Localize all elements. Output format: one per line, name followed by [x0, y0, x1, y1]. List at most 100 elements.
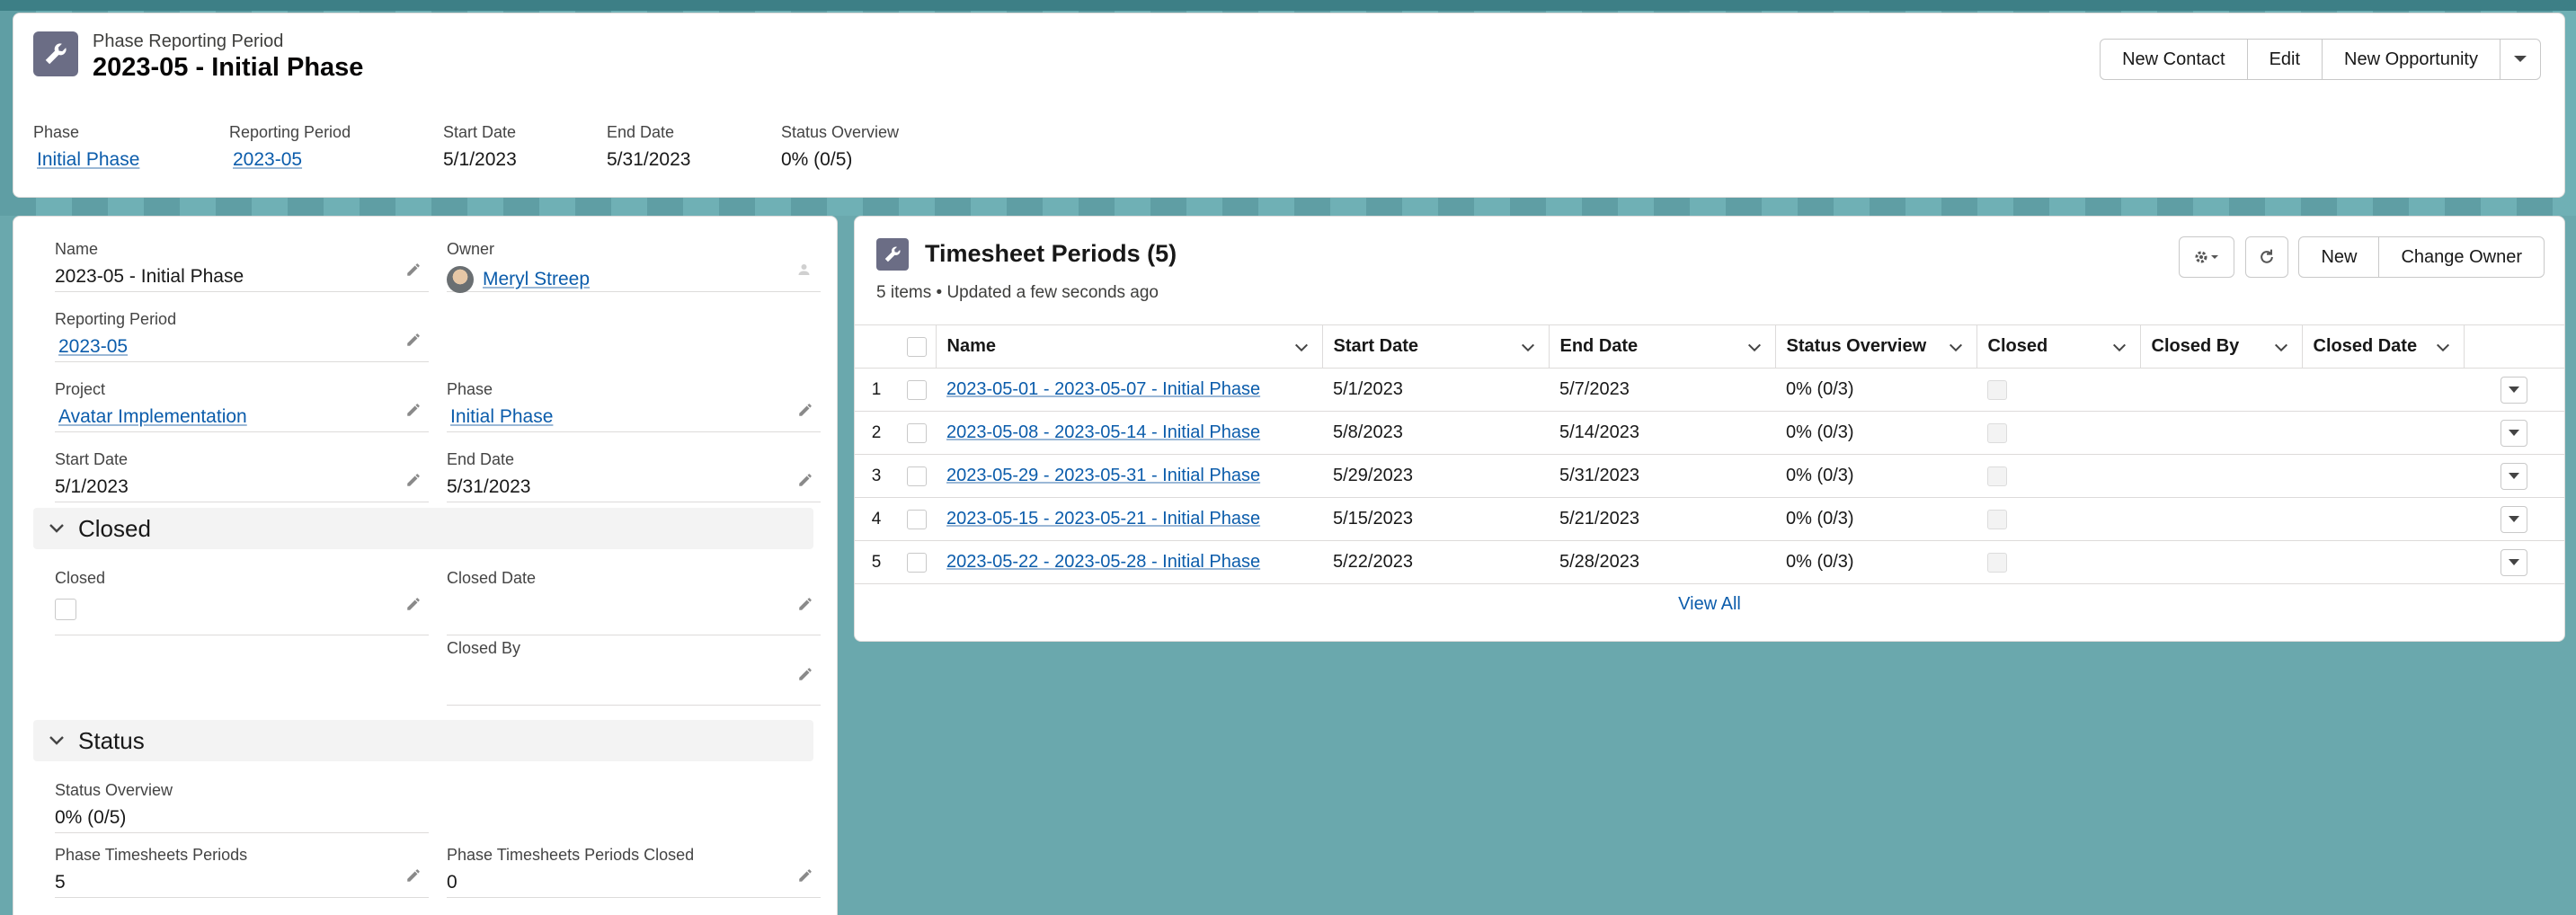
pencil-icon[interactable] — [405, 402, 422, 418]
phase-link[interactable]: Initial Phase — [33, 149, 139, 170]
chevron-down-icon[interactable] — [1293, 340, 1310, 356]
column-header-end-date[interactable]: End Date — [1549, 324, 1776, 369]
pencil-icon[interactable] — [797, 867, 813, 884]
row-actions-header — [2464, 324, 2564, 369]
highlight-status-overview: Status Overview 0% (0/5) — [781, 123, 961, 171]
row-closed-date — [2302, 368, 2464, 412]
row-actions-button[interactable] — [2500, 505, 2527, 533]
row-actions-button[interactable] — [2500, 462, 2527, 490]
header-actions: New Contact Edit New Opportunity — [2100, 39, 2541, 80]
column-label: Closed By — [2151, 336, 2240, 356]
field-label: Project — [55, 380, 106, 398]
pencil-icon[interactable] — [405, 332, 422, 348]
change-owner-button[interactable]: Change Owner — [2378, 236, 2545, 278]
row-select-cell — [898, 454, 936, 498]
row-checkbox[interactable] — [907, 379, 927, 400]
avatar — [447, 266, 474, 293]
column-header-closed[interactable]: Closed — [1976, 324, 2141, 369]
field-name: Name 2023-05 - Initial Phase — [55, 240, 429, 292]
pencil-icon[interactable] — [797, 472, 813, 488]
field-closed: Closed — [55, 569, 429, 635]
row-checkbox[interactable] — [907, 422, 927, 443]
row-name-link[interactable]: 2023-05-22 - 2023-05-28 - Initial Phase — [946, 552, 1260, 572]
row-closed-checkbox — [1987, 379, 2007, 400]
row-end-date: 5/21/2023 — [1549, 497, 1775, 541]
chevron-down-icon — [2509, 558, 2519, 565]
view-all-link[interactable]: View All — [855, 594, 2564, 615]
row-closed-checkbox — [1987, 466, 2007, 486]
row-status-overview: 0% (0/3) — [1775, 497, 1976, 541]
new-button[interactable]: New — [2298, 236, 2380, 278]
owner-link[interactable]: Meryl Streep — [483, 269, 590, 290]
section-status-header[interactable]: Status — [33, 720, 813, 761]
table-header-row: Name Start Date End Date Status Overview… — [855, 324, 2564, 369]
column-header-status-overview[interactable]: Status Overview — [1775, 324, 1977, 369]
column-header-name[interactable]: Name — [936, 324, 1323, 369]
row-status-overview: 0% (0/3) — [1775, 411, 1976, 455]
field-value: 2023-05 - Initial Phase — [55, 266, 244, 287]
row-name-link[interactable]: 2023-05-15 - 2023-05-21 - Initial Phase — [946, 509, 1260, 529]
row-checkbox[interactable] — [907, 552, 927, 573]
section-title: Closed — [78, 514, 151, 542]
table-row: 5 2023-05-22 - 2023-05-28 - Initial Phas… — [855, 540, 2564, 584]
row-closed-by — [2140, 368, 2302, 412]
project-link[interactable]: Avatar Implementation — [55, 406, 247, 428]
row-actions-button[interactable] — [2500, 419, 2527, 447]
refresh-button[interactable] — [2245, 236, 2289, 278]
row-closed-cell — [1976, 540, 2140, 584]
select-all-checkbox[interactable] — [906, 336, 927, 357]
pencil-icon[interactable] — [405, 867, 422, 884]
row-closed-by — [2140, 454, 2302, 498]
highlight-label: Start Date — [443, 123, 517, 141]
row-name-link[interactable]: 2023-05-29 - 2023-05-31 - Initial Phase — [946, 466, 1260, 485]
new-contact-button[interactable]: New Contact — [2100, 39, 2248, 80]
row-actions-button[interactable] — [2500, 548, 2527, 576]
chevron-down-icon[interactable] — [2435, 340, 2451, 356]
row-number: 4 — [855, 497, 898, 541]
chevron-down-icon[interactable] — [2273, 340, 2289, 356]
list-settings-button[interactable] — [2179, 236, 2235, 278]
row-checkbox[interactable] — [907, 466, 927, 486]
field-end-date: End Date 5/31/2023 — [447, 450, 821, 502]
row-status-overview: 0% (0/3) — [1775, 368, 1976, 412]
pencil-icon[interactable] — [797, 666, 813, 682]
pencil-icon[interactable] — [797, 402, 813, 418]
chevron-down-icon[interactable] — [2111, 340, 2127, 356]
phase-link[interactable]: Initial Phase — [447, 406, 553, 428]
related-list-timesheet-periods: Timesheet Periods (5) 5 items • Updated … — [854, 216, 2565, 642]
reporting-period-link[interactable]: 2023-05 — [55, 336, 128, 358]
field-phase: Phase Initial Phase — [447, 380, 821, 432]
edit-button[interactable]: Edit — [2246, 39, 2323, 80]
chevron-down-icon[interactable] — [1520, 340, 1536, 356]
row-select-cell — [898, 540, 936, 584]
row-name-link[interactable]: 2023-05-01 - 2023-05-07 - Initial Phase — [946, 379, 1260, 399]
chevron-down-icon — [2509, 429, 2519, 436]
row-name-link[interactable]: 2023-05-08 - 2023-05-14 - Initial Phase — [946, 422, 1260, 442]
pencil-icon[interactable] — [405, 472, 422, 488]
row-start-date: 5/15/2023 — [1322, 497, 1549, 541]
page-top-strip — [0, 0, 2576, 11]
chevron-down-icon[interactable] — [1746, 340, 1763, 356]
reporting-period-link[interactable]: 2023-05 — [229, 149, 302, 170]
row-closed-date — [2302, 497, 2464, 541]
field-project: Project Avatar Implementation — [55, 380, 429, 432]
pencil-icon[interactable] — [797, 596, 813, 612]
related-list-title[interactable]: Timesheet Periods (5) — [925, 240, 1177, 268]
more-actions-button[interactable] — [2500, 39, 2541, 80]
pencil-icon[interactable] — [405, 596, 422, 612]
row-checkbox[interactable] — [907, 509, 927, 529]
closed-checkbox[interactable] — [55, 599, 76, 620]
change-owner-icon[interactable] — [797, 262, 813, 278]
row-number-header — [855, 324, 898, 369]
column-header-closed-by[interactable]: Closed By — [2140, 324, 2303, 369]
field-label: Closed Date — [447, 569, 537, 587]
row-closed-date — [2302, 540, 2464, 584]
column-header-start-date[interactable]: Start Date — [1322, 324, 1550, 369]
pencil-icon[interactable] — [405, 262, 422, 278]
row-actions-button[interactable] — [2500, 376, 2527, 404]
row-actions-cell — [2464, 454, 2564, 498]
section-closed-header[interactable]: Closed — [33, 508, 813, 549]
column-header-closed-date[interactable]: Closed Date — [2302, 324, 2465, 369]
new-opportunity-button[interactable]: New Opportunity — [2322, 39, 2500, 80]
chevron-down-icon[interactable] — [1948, 340, 1964, 356]
